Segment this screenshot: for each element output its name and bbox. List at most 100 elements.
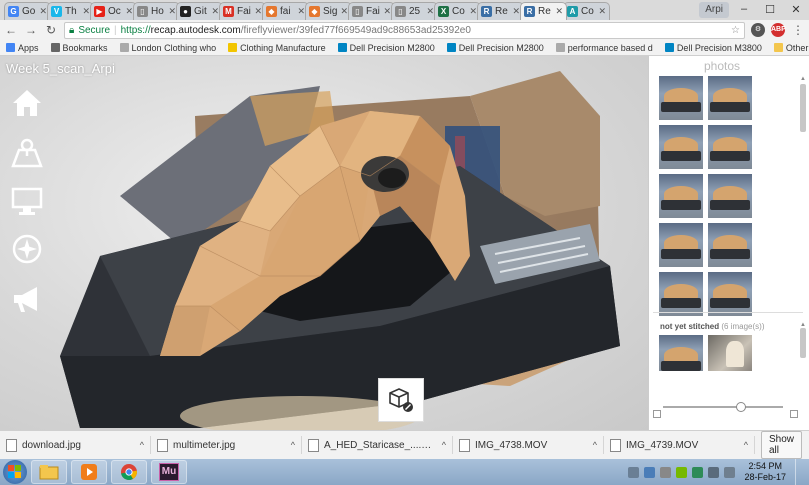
tab-close-icon[interactable]: ✕ [383, 6, 391, 17]
photo-thumbnail[interactable] [659, 125, 703, 169]
download-item[interactable]: IMG_4738.MOV ^ [459, 436, 604, 454]
scan-model[interactable] [0, 56, 648, 430]
minimize-icon[interactable]: – [731, 0, 757, 18]
browser-tab[interactable]: R Re ✕ [477, 2, 524, 20]
tab-close-icon[interactable]: ✕ [426, 6, 434, 17]
browser-tab[interactable]: ● Git ✕ [176, 2, 223, 20]
browser-tab[interactable]: ▯ Fai ✕ [348, 2, 395, 20]
browser-tab[interactable]: G Go ✕ [4, 2, 51, 20]
bookmark-item[interactable]: Dell Precision M2800 [337, 43, 435, 53]
unstitched-scrollbar[interactable] [800, 328, 806, 358]
chevron-up-icon[interactable]: ^ [442, 440, 446, 450]
tab-close-icon[interactable]: ✕ [555, 6, 563, 17]
photo-thumbnail[interactable] [659, 223, 703, 267]
scroll-up-icon[interactable]: ▲ [800, 76, 806, 82]
download-item[interactable]: IMG_4739.MOV ^ [610, 436, 755, 454]
chevron-up-icon[interactable]: ^ [593, 440, 597, 450]
photo-thumbnail[interactable] [708, 335, 752, 371]
reload-icon[interactable]: ↻ [44, 23, 58, 37]
menu-icon[interactable]: ⋮ [791, 23, 805, 37]
show-desktop-button[interactable] [795, 459, 805, 485]
extension-icon[interactable]: ⚙ [751, 23, 765, 37]
explorer-taskbar-button[interactable] [31, 460, 67, 484]
browser-tab[interactable]: ▯ Ho ✕ [133, 2, 180, 20]
adblock-icon[interactable]: ABP [771, 23, 786, 37]
chevron-up-icon[interactable]: ^ [140, 440, 144, 450]
chevron-up-icon[interactable]: ^ [291, 440, 295, 450]
address-bar[interactable]: 🔒︎ Secure | https://recap.autodesk.com/f… [64, 21, 745, 39]
chevron-up-icon[interactable]: ^ [744, 440, 748, 450]
monitor-icon[interactable] [10, 184, 44, 218]
tab-close-icon[interactable]: ✕ [297, 6, 305, 17]
thumbnail-size-slider[interactable] [663, 402, 783, 412]
photo-thumbnail[interactable] [708, 125, 752, 169]
download-item[interactable]: multimeter.jpg ^ [157, 436, 302, 454]
browser-tab[interactable]: X Co ✕ [434, 2, 481, 20]
map-pin-icon[interactable] [10, 136, 44, 170]
tray-q-icon[interactable] [692, 466, 704, 478]
maximize-icon[interactable]: ☐ [757, 0, 783, 18]
tab-close-icon[interactable]: ✕ [340, 6, 348, 17]
slider-handle[interactable] [736, 402, 746, 412]
tray-icon[interactable] [660, 466, 672, 478]
tab-close-icon[interactable]: ✕ [469, 6, 477, 17]
tab-close-icon[interactable]: ✕ [211, 6, 219, 17]
start-button[interactable] [3, 460, 27, 484]
show-all-button[interactable]: Show all [761, 431, 803, 459]
media-player-taskbar-button[interactable] [71, 460, 107, 484]
forward-icon[interactable]: → [24, 23, 38, 37]
tray-icon[interactable] [644, 466, 656, 478]
bookmark-item[interactable]: London Clothing who [119, 43, 216, 53]
tab-close-icon[interactable]: ✕ [82, 6, 90, 17]
tab-close-icon[interactable]: ✕ [168, 6, 176, 17]
small-thumbnails-icon[interactable] [653, 410, 661, 418]
download-item[interactable]: A_HED_Staricase_....dwg ^ [308, 436, 453, 454]
measure-tool-button[interactable] [378, 378, 424, 422]
muse-taskbar-button[interactable]: Mu [151, 460, 187, 484]
bookmark-item[interactable]: Dell Precision M3800 [664, 43, 762, 53]
download-item[interactable]: download.jpg ^ [6, 436, 151, 454]
tab-close-icon[interactable]: ✕ [125, 6, 133, 17]
browser-tab[interactable]: ▯ 25 ✕ [391, 2, 438, 20]
photo-thumbnail[interactable] [708, 223, 752, 267]
browser-tab[interactable]: R Re ✕ [520, 2, 567, 20]
home-icon[interactable] [10, 86, 44, 120]
browser-tab[interactable]: V Th ✕ [47, 2, 94, 20]
tab-close-icon[interactable]: ✕ [254, 6, 262, 17]
megaphone-icon[interactable] [10, 282, 44, 316]
chrome-taskbar-button[interactable] [111, 460, 147, 484]
compass-icon[interactable] [10, 232, 44, 266]
nvidia-icon[interactable] [676, 466, 688, 478]
tab-close-icon[interactable]: ✕ [598, 6, 606, 17]
photo-thumbnail[interactable] [659, 174, 703, 218]
other-bookmarks[interactable]: Other bookmarks [773, 43, 809, 53]
tab-close-icon[interactable]: ✕ [39, 6, 47, 17]
tray-icon[interactable] [628, 466, 640, 478]
bookmark-item[interactable]: Clothing Manufacture [228, 43, 326, 53]
clock[interactable]: 2:54 PM 28-Feb-17 [740, 461, 790, 483]
bookmark-star-icon[interactable]: ☆ [731, 25, 740, 36]
browser-tab[interactable]: ◆ fai ✕ [262, 2, 309, 20]
large-thumbnails-icon[interactable] [790, 410, 798, 418]
photo-thumbnail[interactable] [659, 272, 703, 316]
bookmark-item[interactable]: Dell Precision M2800 [446, 43, 544, 53]
bookmark-item[interactable]: Apps [6, 43, 39, 53]
volume-icon[interactable] [724, 466, 736, 478]
profile-button[interactable]: Arpi [699, 2, 729, 18]
browser-tab[interactable]: A Co ✕ [563, 2, 610, 20]
photos-scrollbar[interactable] [800, 84, 806, 132]
browser-tab[interactable]: ▶ Oc ✕ [90, 2, 137, 20]
close-icon[interactable]: ✕ [783, 0, 809, 18]
photo-thumbnail[interactable] [659, 76, 703, 120]
photo-thumbnail[interactable] [708, 174, 752, 218]
photo-thumbnail[interactable] [708, 272, 752, 316]
back-icon[interactable]: ← [4, 23, 18, 37]
browser-tab[interactable]: M Fai ✕ [219, 2, 266, 20]
browser-tab[interactable]: ◆ Sig ✕ [305, 2, 352, 20]
photo-thumbnail[interactable] [708, 76, 752, 120]
bookmark-item[interactable]: Bookmarks [50, 43, 108, 53]
model-viewer[interactable]: Week 5_scan_Arpi [0, 56, 648, 430]
tab-close-icon[interactable]: ✕ [512, 6, 520, 17]
bookmark-item[interactable]: performance based d [555, 43, 653, 53]
network-icon[interactable] [708, 466, 720, 478]
